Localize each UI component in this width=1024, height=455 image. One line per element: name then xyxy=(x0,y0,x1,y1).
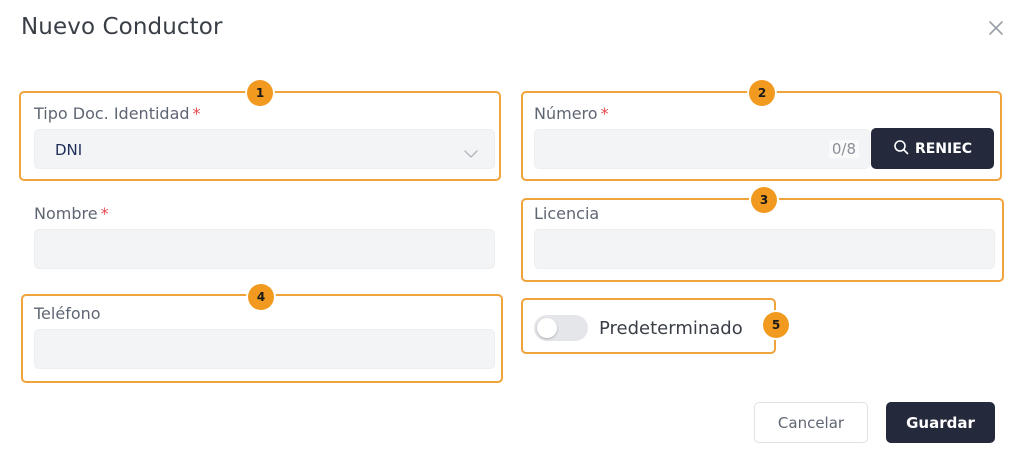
save-button[interactable]: Guardar xyxy=(886,402,995,443)
annotation-badge-3: 3 xyxy=(751,187,777,213)
nombre-input[interactable] xyxy=(34,229,495,269)
required-mark: * xyxy=(100,204,109,223)
nombre-label-text: Nombre xyxy=(34,204,98,223)
close-icon[interactable] xyxy=(986,18,1006,38)
nombre-label: Nombre * xyxy=(34,204,109,223)
annotation-badge-2: 2 xyxy=(749,80,775,106)
annotation-badge-4: 4 xyxy=(248,284,274,310)
annotation-badge-5: 5 xyxy=(763,312,789,338)
annotation-badge-1: 1 xyxy=(247,80,273,106)
highlight-box-5 xyxy=(521,298,776,354)
dialog-title: Nuevo Conductor xyxy=(21,14,223,40)
cancel-button[interactable]: Cancelar xyxy=(754,402,868,443)
